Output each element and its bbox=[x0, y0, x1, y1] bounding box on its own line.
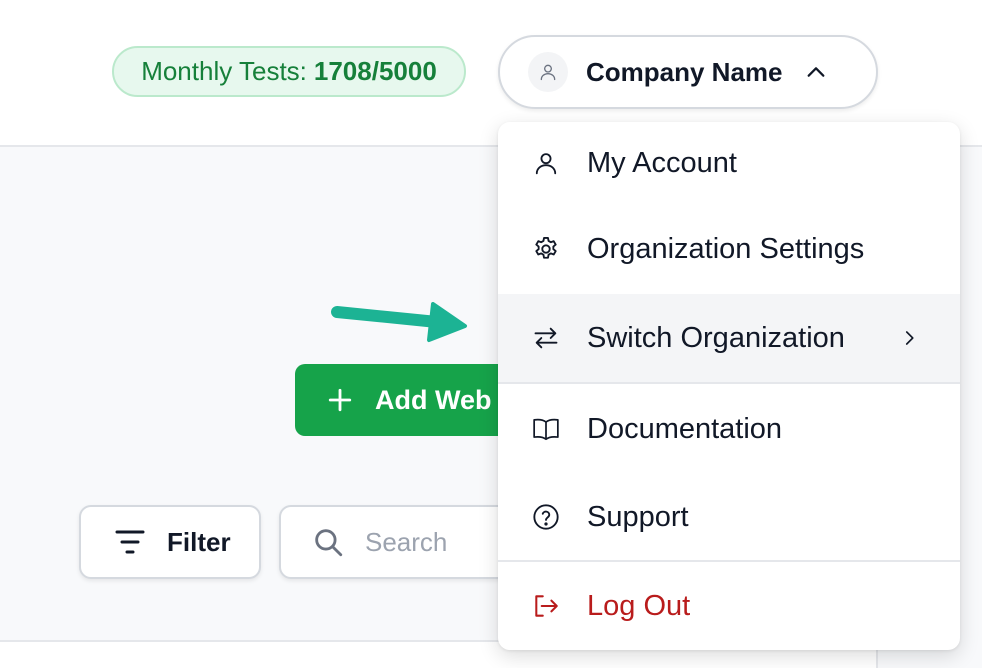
menu-item-label: Switch Organization bbox=[587, 321, 845, 354]
user-icon bbox=[540, 64, 556, 81]
monthly-tests-badge: Monthly Tests: 1708/5000 bbox=[112, 46, 466, 97]
account-menu-button[interactable]: Company Name bbox=[498, 35, 878, 109]
account-dropdown-menu: My Account Organization Settings Switch … bbox=[498, 122, 960, 650]
filter-icon bbox=[115, 529, 145, 555]
menu-item-label: My Account bbox=[587, 146, 737, 179]
filter-label: Filter bbox=[167, 526, 231, 557]
usage-value: 1708/5000 bbox=[313, 56, 437, 86]
swap-arrows-icon bbox=[532, 324, 560, 352]
menu-item-label: Support bbox=[587, 500, 689, 533]
help-circle-icon bbox=[532, 503, 560, 531]
annotation-arrow bbox=[331, 302, 467, 342]
menu-item-support[interactable]: Support bbox=[498, 474, 960, 560]
menu-item-label: Organization Settings bbox=[587, 232, 865, 265]
chevron-right-icon bbox=[900, 329, 918, 347]
menu-item-label: Log Out bbox=[587, 589, 691, 622]
usage-label: Monthly Tests: bbox=[141, 56, 307, 86]
menu-item-organization-settings[interactable]: Organization Settings bbox=[498, 204, 960, 294]
menu-item-my-account[interactable]: My Account bbox=[498, 122, 960, 204]
search-icon bbox=[311, 525, 345, 559]
company-name: Company Name bbox=[586, 56, 783, 87]
menu-item-switch-organization[interactable]: Switch Organization bbox=[498, 294, 960, 382]
chevron-up-icon bbox=[805, 61, 827, 83]
filter-button[interactable]: Filter bbox=[79, 505, 261, 579]
menu-item-log-out[interactable]: Log Out bbox=[498, 562, 960, 650]
plus-icon bbox=[327, 387, 353, 413]
menu-item-documentation[interactable]: Documentation bbox=[498, 384, 960, 474]
menu-item-label: Documentation bbox=[587, 412, 783, 445]
add-button-label: Add Web bbox=[375, 384, 492, 415]
book-icon bbox=[532, 415, 560, 443]
logout-icon bbox=[532, 592, 560, 620]
user-icon bbox=[532, 149, 560, 177]
gear-icon bbox=[532, 235, 560, 263]
avatar bbox=[528, 52, 568, 92]
